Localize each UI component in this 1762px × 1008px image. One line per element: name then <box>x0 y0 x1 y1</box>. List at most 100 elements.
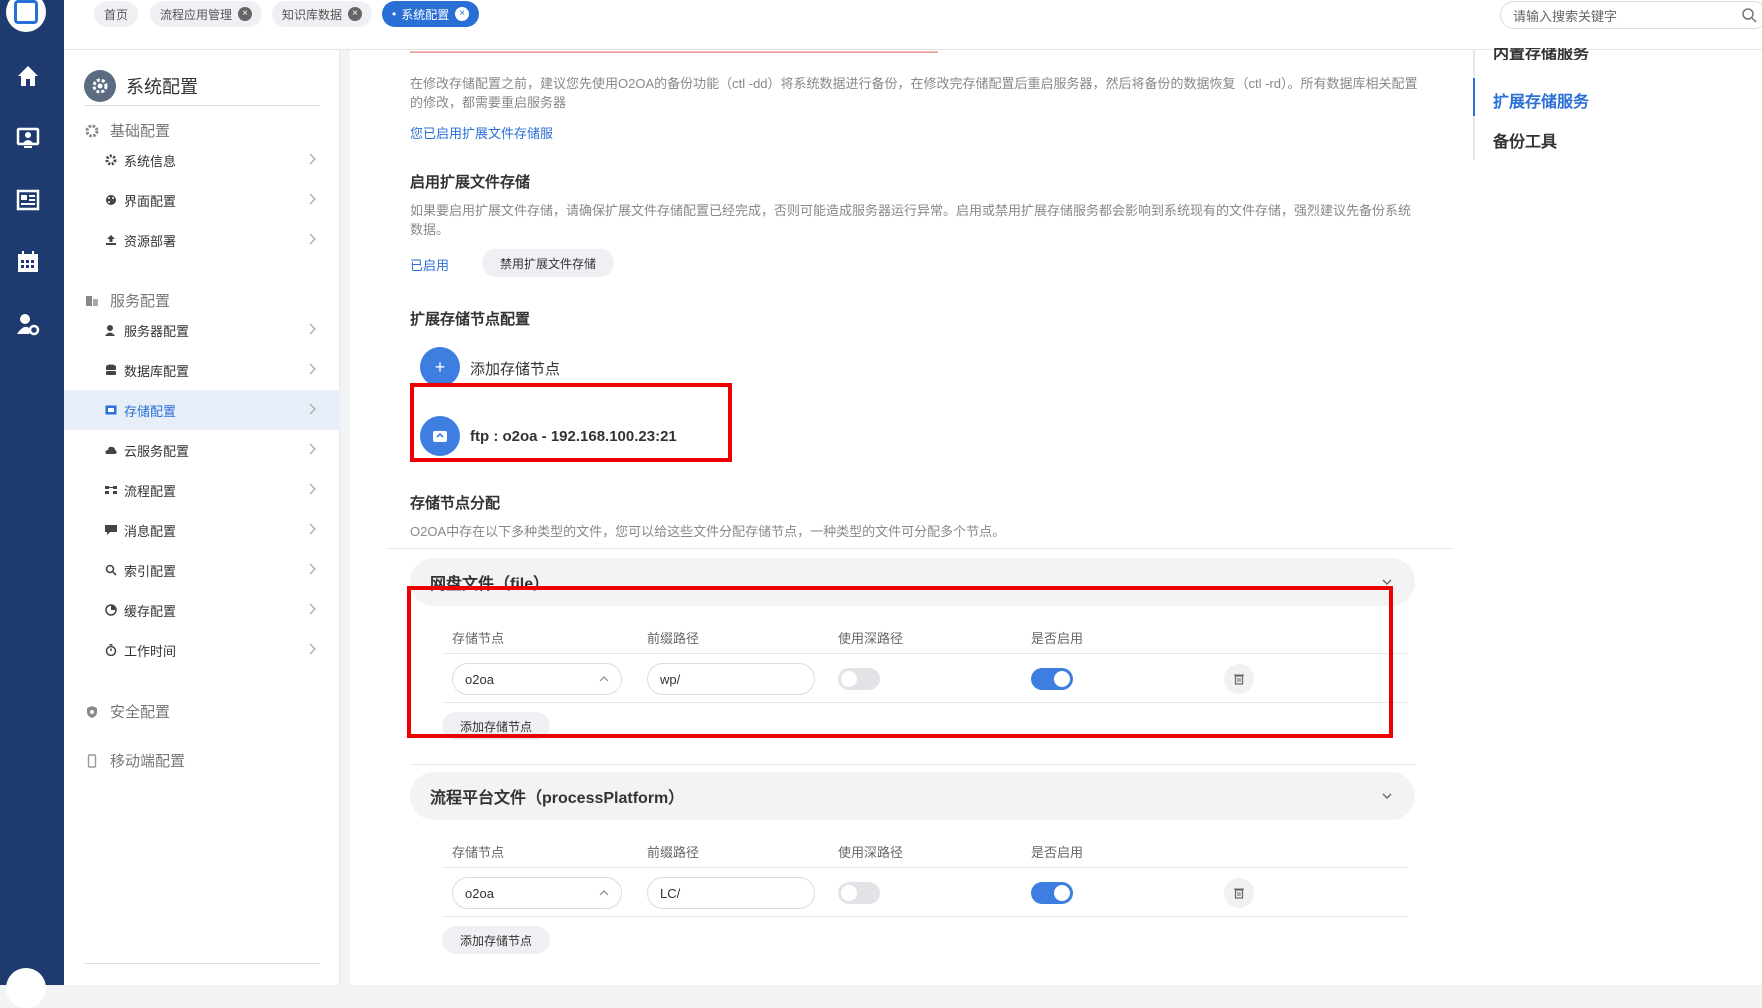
enabled-toggle[interactable] <box>1031 668 1073 690</box>
trash-icon <box>1234 674 1244 685</box>
divider <box>84 963 320 964</box>
chevron-down-icon[interactable] <box>1381 576 1393 588</box>
assign-title: 存储节点分配 <box>410 495 501 512</box>
add-node-button[interactable]: + <box>420 347 460 387</box>
tab-home[interactable]: 首页 <box>94 1 139 27</box>
enabled-toggle[interactable] <box>1031 882 1073 904</box>
chevron-right-icon <box>309 363 316 375</box>
close-icon[interactable]: × <box>238 7 253 21</box>
divider <box>386 548 1452 549</box>
chevron-down-icon[interactable] <box>1381 790 1393 802</box>
add-storage-node-button[interactable]: 添加存储节点 <box>442 712 551 740</box>
storage-icon <box>433 431 447 442</box>
sidebar-item-storage[interactable]: 存储配置 <box>64 390 340 430</box>
user-settings-icon[interactable] <box>8 304 48 344</box>
group-mobile[interactable]: 移动端配置 <box>84 750 185 771</box>
chevron-up-icon <box>599 890 609 896</box>
chevron-up-icon <box>599 676 609 682</box>
backup-note: 在修改存储配置之前，建议您先使用O2OA的备份功能（ctl -dd）将系统数据进… <box>410 76 1418 110</box>
sidebar-item-flow[interactable]: 流程配置 <box>64 470 340 510</box>
anchor-active-marker <box>1473 78 1475 116</box>
sidebar-item-resource-deploy[interactable]: 资源部署 <box>64 220 340 260</box>
sidebar-item-work-time[interactable]: 工作时间 <box>64 630 340 670</box>
divider <box>442 916 1407 917</box>
storage-node-select[interactable]: o2oa <box>452 663 622 695</box>
sidebar-item-system-info[interactable]: 系统信息 <box>64 140 340 180</box>
ftp-node-label[interactable]: ftp : o2oa - 192.168.100.23:21 <box>470 428 677 445</box>
tab-system-config[interactable]: • 系统配置 × <box>382 1 480 27</box>
ext-storage-status: 已启用 <box>410 258 450 273</box>
sidebar-item-server[interactable]: 服务器配置 <box>64 310 340 350</box>
deep-path-toggle[interactable] <box>838 668 880 690</box>
prefix-path-input[interactable]: wp/ <box>647 663 815 695</box>
monitor-user-icon[interactable] <box>8 118 48 158</box>
search-icon[interactable] <box>1741 7 1757 23</box>
delete-row-button[interactable] <box>1224 664 1254 694</box>
anchor-backup-tools[interactable]: 备份工具 <box>1493 128 1557 152</box>
flow-icon <box>104 483 118 497</box>
sidebar-item-interface[interactable]: 界面配置 <box>64 180 340 220</box>
enabled-ext-storage-link[interactable]: 您已启用扩展文件存储服 <box>410 123 553 142</box>
chevron-right-icon <box>309 643 316 655</box>
upload-icon <box>104 233 118 247</box>
top-tab-bar: 首页 流程应用管理 × 知识库数据 × • 系统配置 × 请输入搜索关键字 <box>64 0 1762 50</box>
close-icon[interactable]: × <box>348 7 363 21</box>
add-storage-node-button[interactable]: 添加存储节点 <box>442 926 551 954</box>
sidebar-item-database[interactable]: 数据库配置 <box>64 350 340 390</box>
disable-ext-storage-button[interactable]: 禁用扩展文件存储 <box>482 249 615 277</box>
main-content: ————————————————————————————————————————… <box>350 50 1465 985</box>
chevron-right-icon <box>309 563 316 575</box>
close-icon[interactable]: × <box>455 7 470 21</box>
news-board-icon[interactable] <box>8 180 48 220</box>
section-process-platform-header[interactable]: 流程平台文件（processPlatform） <box>410 772 1415 820</box>
section-file-header[interactable]: 网盘文件（file） <box>410 558 1415 606</box>
gear-icon <box>84 69 116 102</box>
ftp-node-button[interactable] <box>420 416 460 456</box>
chevron-right-icon <box>309 233 316 245</box>
divider <box>442 702 1407 703</box>
gear-icon <box>84 123 100 139</box>
tab-knowledge-data[interactable]: 知识库数据 × <box>272 1 373 27</box>
chevron-right-icon <box>309 603 316 615</box>
anchor-builtin-storage[interactable]: 内置存储服务 <box>1493 48 1589 60</box>
app-rail <box>0 0 64 1008</box>
deep-path-toggle[interactable] <box>838 882 880 904</box>
delete-row-button[interactable] <box>1224 878 1254 908</box>
chevron-right-icon <box>309 523 316 535</box>
sidebar-item-cache[interactable]: 缓存配置 <box>64 590 340 630</box>
shield-icon <box>84 704 100 720</box>
chevron-right-icon <box>309 153 316 165</box>
avatar[interactable] <box>6 968 46 1008</box>
search-input[interactable]: 请输入搜索关键字 <box>1500 1 1762 29</box>
col-header-prefix: 前缀路径 <box>647 845 700 860</box>
highlight-box <box>407 586 1393 738</box>
group-basic[interactable]: 基础配置 <box>84 120 170 141</box>
sidebar-item-message[interactable]: 消息配置 <box>64 510 340 550</box>
timer-icon <box>104 643 118 657</box>
sidebar-item-cloud[interactable]: 云服务配置 <box>64 430 340 470</box>
sidebar-title: 系统配置 <box>126 76 198 97</box>
anchor-ext-storage[interactable]: 扩展存储服务 <box>1493 88 1589 112</box>
group-service[interactable]: 服务配置 <box>84 290 170 311</box>
node-config-title: 扩展存储节点配置 <box>410 311 531 328</box>
add-node-label[interactable]: 添加存储节点 <box>470 358 560 379</box>
calendar-icon[interactable] <box>8 242 48 282</box>
storage-node-select[interactable]: o2oa <box>452 877 622 909</box>
prefix-path-input[interactable]: LC/ <box>647 877 815 909</box>
sidebar-item-index[interactable]: 索引配置 <box>64 550 340 590</box>
plus-icon: + <box>434 356 446 377</box>
mobile-icon <box>84 753 100 769</box>
group-security[interactable]: 安全配置 <box>84 701 170 722</box>
col-header-enabled: 是否启用 <box>1031 631 1084 646</box>
col-header-node: 存储节点 <box>452 845 505 860</box>
gear-icon <box>104 153 118 167</box>
chevron-right-icon <box>309 483 316 495</box>
anchor-nav: 内置存储服务 扩展存储服务 备份工具 <box>1465 48 1762 985</box>
col-header-enabled: 是否启用 <box>1031 845 1084 860</box>
home-icon[interactable] <box>8 56 48 96</box>
app-logo[interactable] <box>6 0 46 32</box>
toggle-knob <box>841 885 857 901</box>
divider <box>410 764 1415 765</box>
server-user-icon <box>104 323 118 337</box>
tab-process-app-management[interactable]: 流程应用管理 × <box>150 1 263 27</box>
